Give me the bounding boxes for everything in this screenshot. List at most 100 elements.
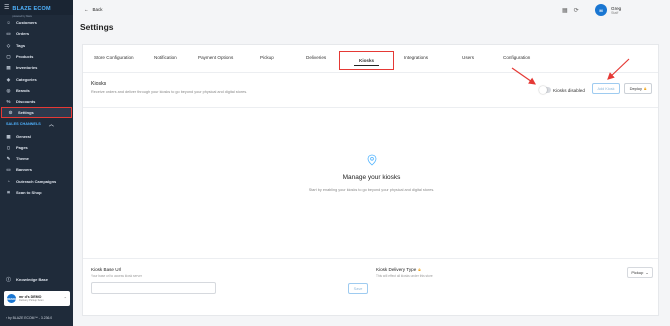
account-switcher[interactable]: DEMO mr d's DEMO Delivery Pickup Scan ⌃: [4, 291, 70, 306]
tab-kiosks[interactable]: Kiosks: [339, 51, 395, 70]
sidebar-item-general[interactable]: ▦ General: [0, 130, 73, 141]
divider: [83, 107, 658, 108]
empty-title: Manage your kiosks: [342, 174, 401, 181]
help-icon: ⓘ: [6, 277, 11, 283]
sidebar-item-label: Customers: [16, 20, 37, 26]
deploy-button[interactable]: Deploy 🔒︎: [624, 83, 652, 94]
discount-icon: %: [6, 99, 11, 105]
user-name: Greg: [611, 5, 622, 11]
sidebar-item-label: Discounts: [16, 99, 36, 105]
kiosks-description: Receive orders and deliver through your …: [91, 90, 248, 94]
outreach-icon: ◔: [7, 178, 10, 184]
kiosks-toggle[interactable]: [539, 86, 551, 94]
user-avatar: M: [595, 4, 607, 16]
tab-deliveries[interactable]: Deliveries: [306, 55, 326, 60]
sidebar-item-label: Settings: [18, 110, 34, 116]
sidebar-item-label: Scan to Shop: [16, 190, 42, 195]
header-icons: ▦ ⟳: [562, 7, 579, 14]
lock-icon: 🔒︎: [418, 267, 421, 272]
add-kiosk-button[interactable]: Add Kiosk: [592, 83, 620, 94]
sidebar-item-customers[interactable]: ☺ Customers: [0, 17, 73, 28]
sidebar-item-label: Outreach Campaigns: [16, 178, 57, 184]
delivery-type-value: Pickup: [631, 270, 644, 275]
location-pin-icon: [366, 153, 378, 166]
sidebar-item-scan-to-shop[interactable]: ⌗ Scan to Shop: [0, 187, 73, 198]
settings-tabs: Store Configuration Notification Payment…: [83, 45, 658, 73]
back-label: Back: [92, 7, 103, 12]
brand-tagline: powered by blaze: [12, 15, 32, 18]
empty-state: Manage your kiosks Start by enabling you…: [83, 153, 660, 194]
refresh-icon[interactable]: ⟳: [574, 7, 579, 14]
settings-card: Store Configuration Notification Payment…: [82, 44, 659, 316]
kiosk-delivery-type-label: Kiosk Delivery Type 🔒︎: [376, 267, 421, 272]
chevron-updown-icon: ⌃: [63, 296, 67, 301]
kiosk-delivery-type-select[interactable]: Pickup ⌄: [627, 267, 653, 278]
customers-icon: ☺: [6, 20, 11, 26]
tab-payment-options[interactable]: Payment Options: [198, 55, 233, 60]
sidebar-item-discounts[interactable]: % Discounts: [0, 96, 73, 107]
sidebar-item-categories[interactable]: ◈ Categories: [0, 73, 73, 84]
tab-configuration[interactable]: Configuration: [503, 55, 530, 60]
scan-icon: ⌗: [7, 190, 10, 195]
arrow-left-icon: ←: [84, 7, 89, 12]
version-text: by BLAZE ECOM™ - 3.236.0: [8, 316, 53, 320]
brand-bar: ☰ BLAZE ECOM powered by blaze: [0, 0, 73, 18]
divider: [83, 258, 658, 259]
sidebar-item-label: Pages: [16, 144, 28, 150]
page-title: Settings: [80, 22, 114, 32]
user-menu[interactable]: M Greg Staff: [595, 4, 621, 16]
user-role: Staff: [611, 10, 619, 15]
sidebar-item-label: Tags: [16, 42, 26, 48]
chevron-down-icon: ⌄: [645, 270, 649, 275]
sidebar-item-label: Brands: [16, 87, 30, 93]
save-button[interactable]: Save: [348, 283, 368, 294]
back-button[interactable]: ← Back: [84, 7, 103, 12]
sidebar-item-label: Banners: [16, 167, 33, 173]
empty-description: Start by enabling your kiosks to go beyo…: [308, 188, 435, 192]
sidebar-item-products[interactable]: ▢ Products: [0, 51, 73, 62]
brands-icon: ◎: [6, 87, 11, 93]
version-label: › by BLAZE ECOM™ - 3.236.0: [6, 316, 52, 320]
sidebar: ☰ BLAZE ECOM powered by blaze ☺ Customers…: [0, 0, 73, 326]
sidebar-item-brands[interactable]: ◎ Brands: [0, 85, 73, 96]
sales-channels-label: SALES CHANNELS: [6, 122, 41, 127]
sidebar-item-theme[interactable]: ✎ Theme: [0, 153, 73, 164]
kiosk-base-url-label: Kiosk Base Url: [91, 267, 122, 272]
general-icon: ▦: [6, 133, 11, 139]
banner-icon: ▭: [6, 167, 11, 173]
account-sub: Delivery Pickup Scan: [19, 299, 44, 302]
kiosk-base-url-description: Your base url to access kiosk server: [91, 274, 142, 278]
kiosks-title: Kiosks: [91, 81, 107, 87]
sidebar-item-label: Inventories: [16, 65, 38, 71]
kiosk-base-url-input[interactable]: [91, 282, 216, 294]
sidebar-item-inventories[interactable]: ▤ Inventories: [0, 62, 73, 73]
sidebar-item-label: Orders: [16, 31, 30, 37]
sidebar-item-outreach-campaigns[interactable]: ◔ Outreach Campaigns: [0, 176, 73, 187]
sidebar-item-tags[interactable]: ◇ Tags: [0, 40, 73, 51]
sidebar-item-label: Categories: [16, 76, 37, 82]
theme-icon: ✎: [6, 156, 11, 162]
sidebar-item-label: General: [16, 133, 31, 139]
sidebar-item-pages[interactable]: ▯ Pages: [0, 142, 73, 153]
sidebar-item-label: Products: [16, 54, 34, 60]
sidebar-item-knowledge-base[interactable]: ⓘ Knowledge Base: [0, 274, 73, 285]
kiosks-toggle-label: Kiosks disabled: [553, 88, 585, 93]
chevron-right-icon: ›: [6, 316, 8, 320]
tab-pickup[interactable]: Pickup: [260, 55, 274, 60]
sidebar-item-settings[interactable]: ⚙ Settings: [1, 107, 72, 119]
chevron-up-icon: ︿: [48, 121, 54, 128]
hamburger-menu-icon[interactable]: ☰: [4, 4, 9, 11]
sidebar-item-banners[interactable]: ▭ Banners: [0, 164, 73, 175]
inventory-icon: ▤: [6, 65, 11, 71]
categories-icon: ◈: [6, 76, 11, 82]
tab-store-configuration[interactable]: Store Configuration: [94, 55, 134, 60]
brand-name: BLAZE ECOM: [12, 6, 51, 12]
lock-icon: 🔒︎: [644, 86, 647, 91]
calendar-icon[interactable]: ▦: [562, 7, 568, 14]
avatar: DEMO: [7, 294, 16, 303]
sidebar-item-orders[interactable]: ▭ Orders: [0, 28, 73, 39]
tab-users[interactable]: Users: [462, 55, 474, 60]
tab-notification[interactable]: Notification: [154, 55, 177, 60]
sales-channels-header[interactable]: SALES CHANNELS ︿: [0, 118, 73, 130]
tab-integrations[interactable]: Integrations: [404, 55, 428, 60]
